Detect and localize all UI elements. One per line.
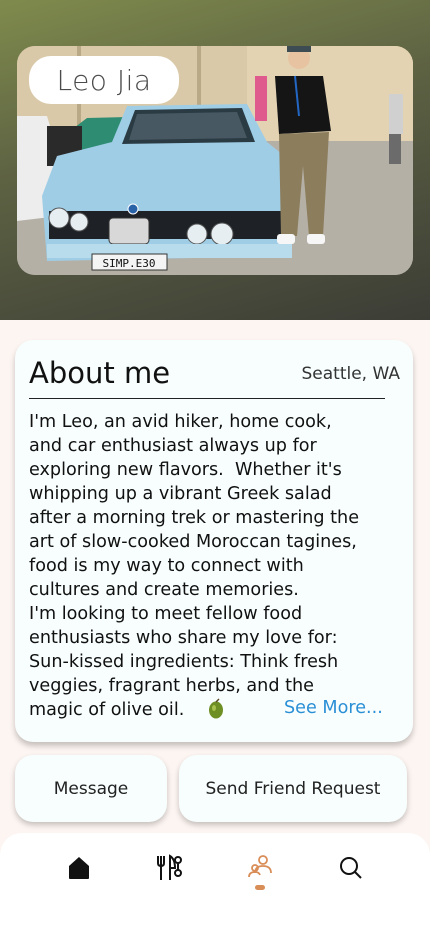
see-more-link[interactable]: See More... <box>284 698 383 718</box>
active-tab-indicator <box>255 885 265 890</box>
olive-icon <box>209 698 223 719</box>
about-title: About me <box>29 356 171 390</box>
people-icon[interactable] <box>246 853 276 883</box>
license-plate-text: SIMP.E30 <box>103 257 156 270</box>
bottom-nav <box>0 833 430 932</box>
profile-name: Leo Jia <box>29 56 179 104</box>
about-card: About me Seattle, WA I'm Leo, an avid hi… <box>15 340 413 742</box>
home-icon[interactable] <box>64 853 94 883</box>
about-divider <box>29 398 385 399</box>
location-label: Seattle, WA <box>301 364 401 384</box>
bio-text: I'm Leo, an avid hiker, home cook, and c… <box>29 412 360 720</box>
search-icon[interactable] <box>336 853 366 883</box>
utensils-icon[interactable] <box>154 853 184 883</box>
send-friend-request-button[interactable]: Send Friend Request <box>179 755 407 822</box>
message-button[interactable]: Message <box>15 755 167 822</box>
